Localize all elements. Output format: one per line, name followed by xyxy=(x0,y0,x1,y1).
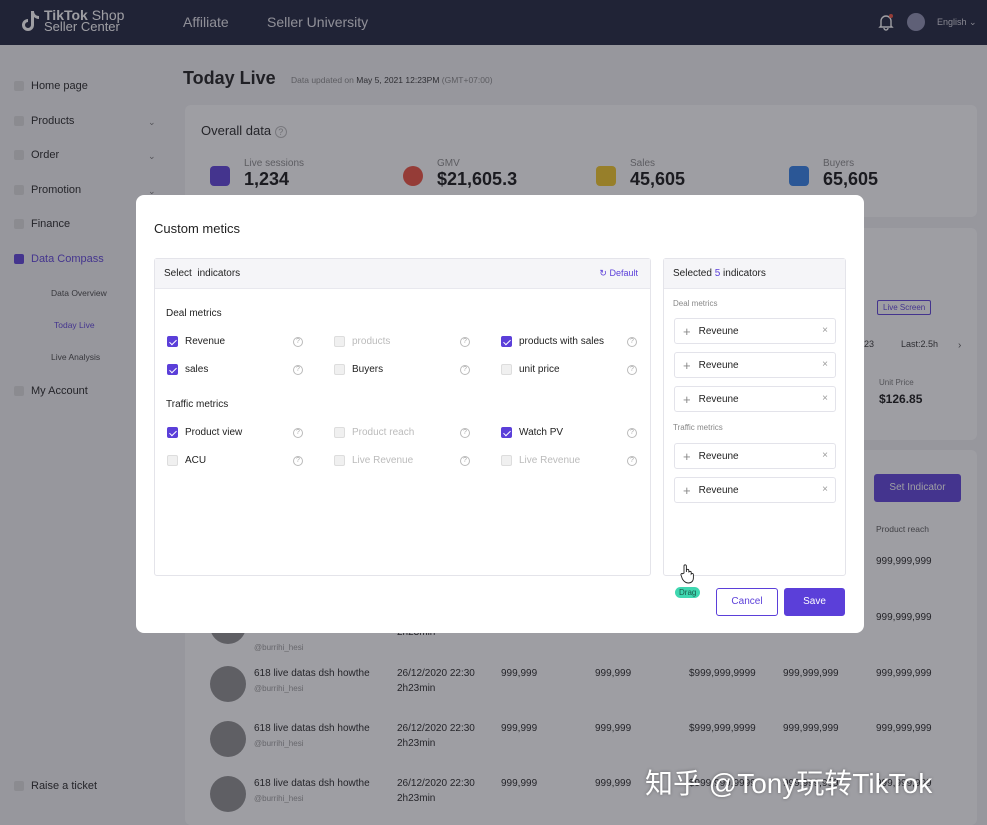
checkbox xyxy=(334,336,345,347)
checkbox[interactable] xyxy=(501,336,512,347)
drag-handle-icon[interactable]: + xyxy=(683,483,691,498)
modal-title: Custom metics xyxy=(154,221,240,236)
help-icon[interactable]: ? xyxy=(627,456,637,466)
close-icon[interactable]: × xyxy=(822,450,828,461)
option-label: unit price xyxy=(519,364,560,375)
chip-label: Reveune xyxy=(698,359,739,371)
checkbox[interactable] xyxy=(501,427,512,438)
drag-handle-icon[interactable]: + xyxy=(683,449,691,464)
option-sales[interactable]: sales xyxy=(167,364,208,375)
checkbox xyxy=(501,455,512,466)
option-label: Revenue xyxy=(185,336,226,347)
select-indicators-box: Select indicators ↻ Default xyxy=(154,258,651,576)
help-icon[interactable]: ? xyxy=(627,365,637,375)
checkbox[interactable] xyxy=(167,364,178,375)
option-label: Watch PV xyxy=(519,427,564,438)
checkbox xyxy=(334,455,345,466)
close-icon[interactable]: × xyxy=(822,484,828,495)
selected-chip[interactable]: + Reveune × xyxy=(674,477,836,503)
checkbox[interactable] xyxy=(167,455,178,466)
drag-handle-icon[interactable]: + xyxy=(683,392,691,407)
help-icon[interactable]: ? xyxy=(460,365,470,375)
selected-chip[interactable]: + Reveune × xyxy=(674,386,836,412)
save-button[interactable]: Save xyxy=(784,588,845,616)
default-label: Default xyxy=(609,268,638,278)
selected-chip[interactable]: + Reveune × xyxy=(674,318,836,344)
option-label: Live Revenue xyxy=(519,455,581,466)
traffic-metrics-heading: Traffic metrics xyxy=(166,399,229,410)
selected-deal-label: Deal metrics xyxy=(673,299,718,308)
chip-label: Reveune xyxy=(698,393,739,405)
help-icon[interactable]: ? xyxy=(293,456,303,466)
option-live-revenue: Live Revenue xyxy=(501,455,580,466)
checkbox[interactable] xyxy=(167,427,178,438)
help-icon[interactable]: ? xyxy=(293,428,303,438)
help-icon[interactable]: ? xyxy=(460,456,470,466)
cancel-button[interactable]: Cancel xyxy=(716,588,778,616)
checkbox[interactable] xyxy=(167,336,178,347)
refresh-icon: ↻ xyxy=(599,268,607,278)
option-live-revenue: Live Revenue xyxy=(334,455,413,466)
help-icon[interactable]: ? xyxy=(460,428,470,438)
deal-metrics-heading: Deal metrics xyxy=(166,308,222,319)
checkbox[interactable] xyxy=(501,364,512,375)
selected-traffic-label: Traffic metrics xyxy=(673,423,723,432)
option-unit-price[interactable]: unit price xyxy=(501,364,560,375)
checkbox[interactable] xyxy=(334,364,345,375)
default-button[interactable]: ↻ Default xyxy=(599,268,638,279)
drag-handle-icon[interactable]: + xyxy=(683,358,691,373)
checkbox xyxy=(334,427,345,438)
option-label: Live Revenue xyxy=(352,455,414,466)
help-icon[interactable]: ? xyxy=(293,337,303,347)
select-indicators-header: Select indicators ↻ Default xyxy=(155,259,650,289)
option-products-with-sales[interactable]: products with sales xyxy=(501,336,604,347)
watermark-text: 知乎 @Tony玩转TikTok xyxy=(645,768,933,799)
option-label: Product view xyxy=(185,427,243,438)
close-icon[interactable]: × xyxy=(822,359,828,370)
close-icon[interactable]: × xyxy=(822,325,828,336)
option-product-reach: Product reach xyxy=(334,427,414,438)
option-product-view[interactable]: Product view xyxy=(167,427,242,438)
help-icon[interactable]: ? xyxy=(293,365,303,375)
hand-cursor-icon xyxy=(680,564,694,584)
chip-label: Reveune xyxy=(698,325,739,337)
selected-indicators-header: Selected 5 indicators xyxy=(664,259,845,289)
option-acu[interactable]: ACU xyxy=(167,455,206,466)
option-watch-pv[interactable]: Watch PV xyxy=(501,427,563,438)
option-label: ACU xyxy=(185,455,207,466)
help-icon[interactable]: ? xyxy=(627,337,637,347)
selected-prefix: Selected xyxy=(673,268,715,279)
option-label: products with sales xyxy=(519,336,605,347)
selected-chip[interactable]: + Reveune × xyxy=(674,352,836,378)
option-label: Product reach xyxy=(352,427,415,438)
option-label: products xyxy=(352,336,391,347)
chip-label: Reveune xyxy=(698,484,739,496)
option-revenue[interactable]: Revenue xyxy=(167,336,225,347)
option-label: Buyers xyxy=(352,364,384,375)
option-buyers[interactable]: Buyers xyxy=(334,364,383,375)
option-products: products xyxy=(334,336,390,347)
drag-handle-icon[interactable]: + xyxy=(683,324,691,339)
selected-suffix: indicators xyxy=(720,268,766,279)
select-indicators-title: Select indicators xyxy=(164,268,241,279)
help-icon[interactable]: ? xyxy=(460,337,470,347)
drag-tooltip: Drag xyxy=(675,587,701,598)
help-icon[interactable]: ? xyxy=(627,428,637,438)
chip-label: Reveune xyxy=(698,450,739,462)
close-icon[interactable]: × xyxy=(822,393,828,404)
selected-chip[interactable]: + Reveune × xyxy=(674,443,836,469)
option-label: sales xyxy=(185,364,209,375)
